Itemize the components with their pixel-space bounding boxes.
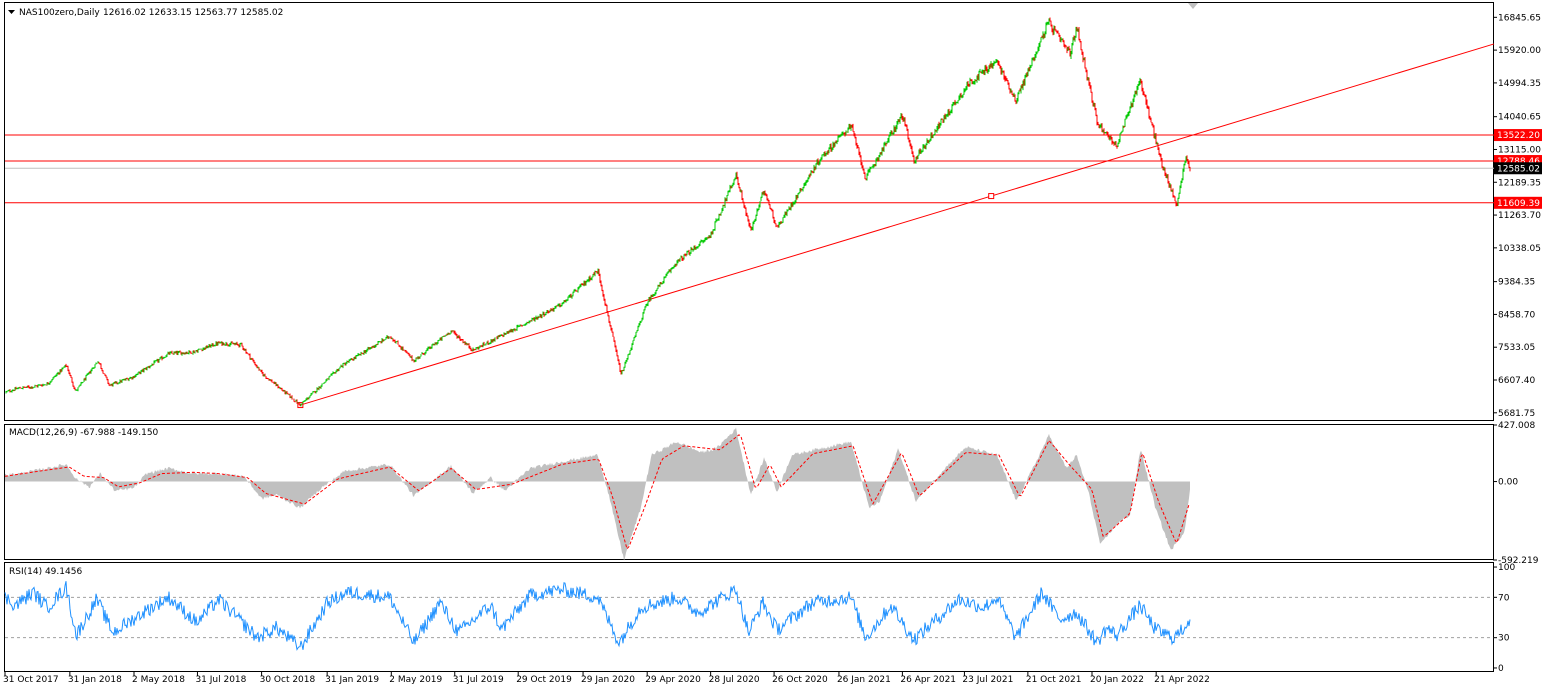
price-tag-label: 12585.02 xyxy=(1497,164,1540,174)
price-tick-label: 9384.35 xyxy=(1498,278,1535,288)
price-tick-label: 8458.70 xyxy=(1498,310,1535,320)
time-tick-label: 29 Apr 2020 xyxy=(645,675,701,685)
price-tick-label: 13115.00 xyxy=(1498,145,1541,155)
time-tick-label: 23 Jul 2021 xyxy=(962,675,1013,685)
main-panel-frame xyxy=(4,2,1494,421)
price-tag-label: 13522.20 xyxy=(1497,131,1540,141)
time-tick-label: 28 Jul 2020 xyxy=(709,675,760,685)
time-tick-label: 31 Jul 2019 xyxy=(453,675,504,685)
rsi-tick-label: 0 xyxy=(1498,664,1504,674)
price-tick-label: 11263.70 xyxy=(1498,211,1541,221)
price-tick-label: 10338.05 xyxy=(1498,244,1541,254)
rsi-panel-frame xyxy=(4,562,1494,672)
time-tick-label: 31 Jul 2018 xyxy=(195,675,246,685)
trading-chart[interactable]: NAS100zero,Daily 12616.02 12633.15 12563… xyxy=(0,0,1545,692)
price-tick-label: 12189.35 xyxy=(1498,178,1541,188)
symbol-title: NAS100zero,Daily xyxy=(19,8,100,18)
time-tick-label: 31 Jan 2019 xyxy=(325,675,379,685)
time-tick-label: 31 Jan 2018 xyxy=(68,675,122,685)
time-tick-label: 30 Oct 2018 xyxy=(260,675,316,685)
rsi-tick-label: 70 xyxy=(1498,593,1510,603)
rsi-tick-label: 30 xyxy=(1498,634,1510,644)
price-tick-label: 7533.05 xyxy=(1498,343,1535,353)
time-tick-label: 29 Jan 2020 xyxy=(581,675,635,685)
price-tick-label: 5681.75 xyxy=(1498,409,1535,419)
time-tick-label: 26 Oct 2020 xyxy=(772,675,828,685)
time-tick-label: 21 Oct 2021 xyxy=(1026,675,1082,685)
price-tick-label: 15920.00 xyxy=(1498,46,1541,56)
macd-panel-frame xyxy=(4,424,1494,560)
rsi-tick-label: 100 xyxy=(1498,563,1515,573)
rsi-title: RSI(14) 49.1456 xyxy=(9,567,82,577)
time-tick-label: 26 Apr 2021 xyxy=(900,675,956,685)
time-tick-label: 26 Jan 2021 xyxy=(837,675,891,685)
time-tick-label: 2 May 2019 xyxy=(389,675,442,685)
price-tick-label: 14994.35 xyxy=(1498,79,1541,89)
price-tag-label: 11609.39 xyxy=(1497,199,1540,209)
price-tick-label: 14040.65 xyxy=(1498,113,1541,123)
price-tick-label: 6607.40 xyxy=(1498,376,1535,386)
chart-svg[interactable]: NAS100zero,Daily 12616.02 12633.15 12563… xyxy=(0,0,1545,692)
time-tick-label: 31 Oct 2017 xyxy=(3,675,59,685)
macd-tick-label: 427.008 xyxy=(1498,421,1535,431)
time-tick-label: 29 Oct 2019 xyxy=(516,675,572,685)
trendline-anchor xyxy=(988,193,995,200)
time-tick-label: 20 Jan 2022 xyxy=(1090,675,1144,685)
time-tick-label: 2 May 2018 xyxy=(132,675,185,685)
time-tick-label: 21 Apr 2022 xyxy=(1154,675,1210,685)
macd-tick-label: 0.00 xyxy=(1498,478,1518,488)
price-tick-label: 16845.65 xyxy=(1498,13,1541,23)
macd-title: MACD(12,26,9) -67.988 -149.150 xyxy=(9,428,159,438)
ohlc-values: 12616.02 12633.15 12563.77 12585.02 xyxy=(103,8,283,18)
